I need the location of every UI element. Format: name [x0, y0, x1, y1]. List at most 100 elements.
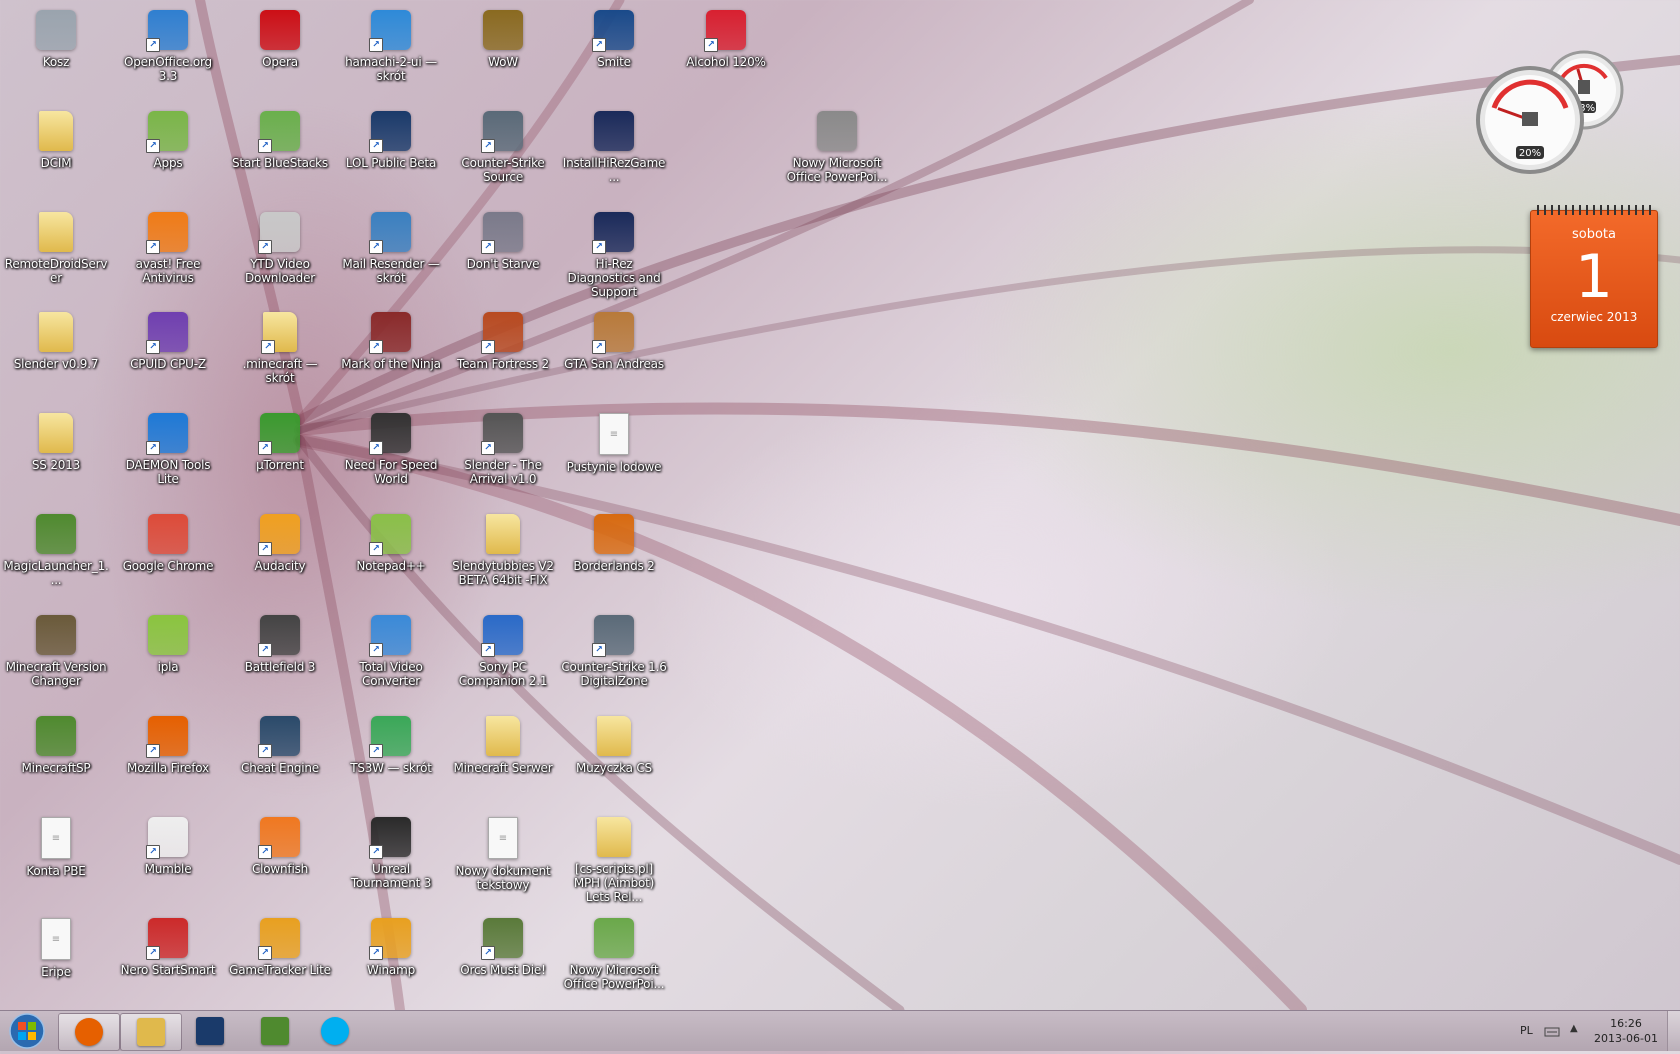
desktop-icon[interactable]: ↗ Alcohol 120%	[672, 4, 780, 100]
shortcut-arrow-icon: ↗	[369, 946, 383, 960]
desktop-icon[interactable]: RemoteDroidServer	[2, 206, 110, 302]
desktop-icon[interactable]: ↗ Slender - The Arrival v1.0	[449, 407, 557, 503]
desktop-icon[interactable]: Slender v0.9.7	[2, 306, 110, 402]
desktop-icon[interactable]: ↗ Counter-Strike Source	[449, 105, 557, 201]
language-indicator[interactable]: PL	[1520, 1024, 1533, 1037]
shortcut-arrow-icon: ↗	[369, 542, 383, 556]
desktop-icon[interactable]: ≡ Nowy dokument tekstowy	[449, 811, 557, 907]
desktop-icon[interactable]: Minecraft Version Changer	[2, 609, 110, 705]
desktop-icon[interactable]: ↗ Mozilla Firefox	[114, 710, 222, 806]
desktop-icon[interactable]: ↗ Total Video Converter	[337, 609, 445, 705]
shortcut-arrow-icon: ↗	[258, 744, 272, 758]
shortcut-arrow-icon: ↗	[369, 441, 383, 455]
desktop-icon[interactable]: Nowy Microsoft Office PowerPoi...	[560, 912, 668, 1008]
desktop-icon[interactable]: ↗ Nero StartSmart	[114, 912, 222, 1008]
desktop-icon[interactable]: ↗ Audacity	[226, 508, 334, 604]
taskbar-skype[interactable]	[305, 1013, 365, 1049]
desktop-icon[interactable]: ↗ Team Fortress 2	[449, 306, 557, 402]
desktop-icon[interactable]: Opera	[226, 4, 334, 100]
desktop-icon[interactable]: SS 2013	[2, 407, 110, 503]
app-icon: ↗	[481, 212, 523, 254]
desktop-icon-label: Slender v0.9.7	[13, 357, 99, 371]
desktop-icon[interactable]: ↗ Apps	[114, 105, 222, 201]
desktop-icon[interactable]: ↗ Mark of the Ninja	[337, 306, 445, 402]
calendar-day-number: 1	[1574, 242, 1614, 312]
calendar-gadget[interactable]: sobota 1 czerwiec 2013	[1530, 205, 1658, 348]
cpu-percent: 20%	[1519, 148, 1541, 159]
desktop-icon[interactable]: ↗ µTorrent	[226, 407, 334, 503]
desktop-icon[interactable]: ↗ OpenOffice.org 3.3	[114, 4, 222, 100]
desktop-icon-label: Audacity	[254, 559, 306, 573]
desktop-icon[interactable]: ↗ Sony PC Companion 2.1	[449, 609, 557, 705]
desktop-icon[interactable]: WoW	[449, 4, 557, 100]
desktop-icon[interactable]: ↗ TS3W — skrót	[337, 710, 445, 806]
desktop-icon[interactable]: ≡ Eripe	[2, 912, 110, 1008]
desktop-icon-label: Nero StartSmart	[120, 963, 216, 977]
desktop-icon[interactable]: ↗ Unreal Tournament 3	[337, 811, 445, 907]
desktop-icon[interactable]: ≡ Pustynie lodowe	[560, 407, 668, 503]
desktop-icon[interactable]: Borderlands 2	[560, 508, 668, 604]
desktop-icon[interactable]: ↗ DAEMON Tools Lite	[114, 407, 222, 503]
desktop-icon[interactable]: ↗ GameTracker Lite	[226, 912, 334, 1008]
app-icon	[594, 514, 634, 554]
start-button[interactable]	[2, 1012, 52, 1050]
shortcut-arrow-icon: ↗	[481, 441, 495, 455]
desktop-icon[interactable]: ↗ .minecraft — skrót	[226, 306, 334, 402]
desktop-icon[interactable]: ↗ LOL Public Beta	[337, 105, 445, 201]
desktop-icon[interactable]: ↗ YTD Video Downloader	[226, 206, 334, 302]
desktop-icon[interactable]: ↗ Notepad++	[337, 508, 445, 604]
desktop-icon[interactable]: InstallHiRezGame...	[560, 105, 668, 201]
desktop-icon[interactable]: ↗ Cheat Engine	[226, 710, 334, 806]
cpu-meter-gadget[interactable]: 43% 20%	[1474, 50, 1646, 175]
show-hidden-icons-icon[interactable]: ▲	[1570, 1023, 1578, 1034]
desktop-icon-label: Hi-Rez Diagnostics and Support	[567, 257, 661, 299]
desktop-icon[interactable]: ↗ hamachi-2-ui — skrót	[337, 4, 445, 100]
show-desktop-button[interactable]	[1667, 1011, 1680, 1051]
desktop-icon-label: Kosz	[42, 55, 70, 69]
desktop-icon[interactable]: DCIM	[2, 105, 110, 201]
taskbar-firefox[interactable]	[58, 1013, 120, 1051]
desktop-icon[interactable]: ↗ Hi-Rez Diagnostics and Support	[560, 206, 668, 302]
desktop-icon[interactable]: ipla	[114, 609, 222, 705]
desktop-icon[interactable]: ↗ GTA San Andreas	[560, 306, 668, 402]
taskbar-clock[interactable]: 16:26 2013-06-01	[1586, 1016, 1666, 1046]
taskbar-minecraft[interactable]	[245, 1013, 305, 1049]
desktop-icon[interactable]: ↗ Mail Resender — skrót	[337, 206, 445, 302]
desktop-icon-label: Minecraft Version Changer	[5, 660, 107, 688]
desktop-icon[interactable]: ↗ Winamp	[337, 912, 445, 1008]
keyboard-icon[interactable]	[1544, 1023, 1560, 1042]
desktop-icon[interactable]: Nowy Microsoft Office PowerPoi...	[783, 105, 891, 201]
desktop-icon[interactable]: ↗ Start BlueStacks	[226, 105, 334, 201]
desktop-icon[interactable]: Kosz	[2, 4, 110, 100]
shortcut-arrow-icon: ↗	[369, 845, 383, 859]
shortcut-arrow-icon: ↗	[146, 340, 160, 354]
desktop-icon[interactable]: ↗ Battlefield 3	[226, 609, 334, 705]
app-icon: ↗	[592, 212, 634, 254]
desktop-icon[interactable]: Minecraft Serwer	[449, 710, 557, 806]
desktop-icon[interactable]: [cs-scripts.pl] MPH (Aimbot) Lets Rel...	[560, 811, 668, 907]
taskbar-lol[interactable]	[180, 1013, 240, 1049]
app-icon: ↗	[369, 514, 411, 556]
desktop-icon[interactable]: ↗ Don't Starve	[449, 206, 557, 302]
desktop-icon[interactable]: ↗ avast! Free Antivirus	[114, 206, 222, 302]
shortcut-arrow-icon: ↗	[592, 38, 606, 52]
desktop-icon-label: Nowy Microsoft Office PowerPoi...	[786, 156, 888, 184]
desktop-icon[interactable]: ↗ Clownfish	[226, 811, 334, 907]
desktop-icon[interactable]: Muzyczka CS	[560, 710, 668, 806]
desktop-icon[interactable]: ≡ Konta PBE	[2, 811, 110, 907]
desktop-icon[interactable]: ↗ Mumble	[114, 811, 222, 907]
desktop-icon[interactable]: ↗ Need For Speed World	[337, 407, 445, 503]
desktop-icon[interactable]: ↗ Smite	[560, 4, 668, 100]
desktop-icon[interactable]: Slendytubbies V2 BETA 64bit -FIX	[449, 508, 557, 604]
desktop-icon[interactable]: MinecraftSP	[2, 710, 110, 806]
taskbar-explorer[interactable]	[120, 1013, 182, 1051]
desktop-icon[interactable]: Google Chrome	[114, 508, 222, 604]
desktop-icon[interactable]: ↗ Counter-Strike 1.6 DigitalZone	[560, 609, 668, 705]
app-icon: ↗	[258, 817, 300, 859]
app-icon: ↗	[369, 716, 411, 758]
desktop-icon[interactable]: ↗ Orcs Must Die!	[449, 912, 557, 1008]
desktop-icon[interactable]: ↗ CPUID CPU-Z	[114, 306, 222, 402]
desktop-icon-label: Cheat Engine	[241, 761, 319, 775]
desktop-icon-label: .minecraft — skrót	[242, 357, 318, 385]
desktop-icon[interactable]: MagicLauncher_1....	[2, 508, 110, 604]
